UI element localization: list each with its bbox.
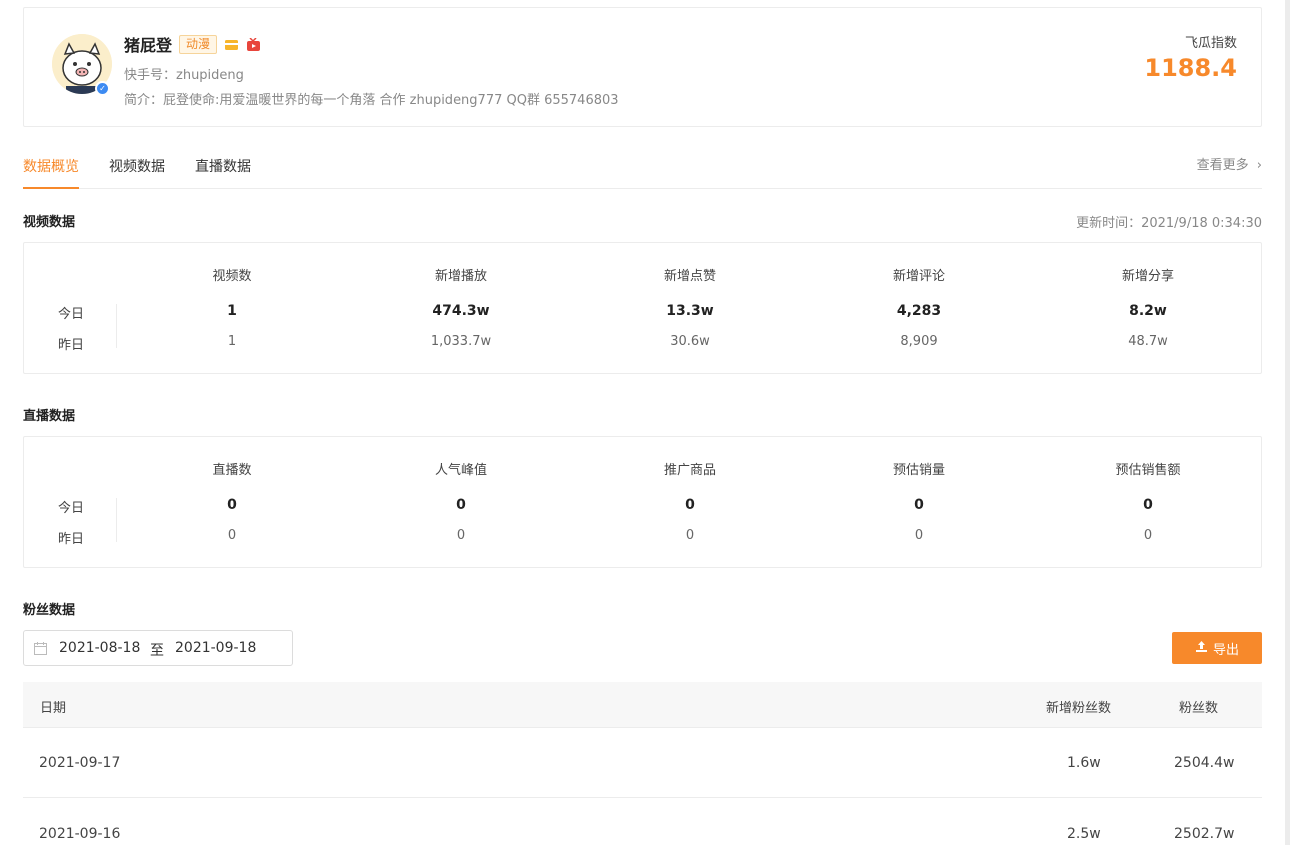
yesterday-value: 0 — [1143, 528, 1153, 543]
shop-icon — [224, 37, 239, 51]
col-header-date: 日期 — [40, 701, 67, 716]
fans-section-title: 粉丝数据 — [23, 603, 76, 618]
row-label-today: 今日 — [57, 307, 84, 322]
today-value: 13.3w — [666, 303, 714, 319]
row-label-yesterday: 昨日 — [57, 338, 84, 353]
live-col-header: 人气峰值 — [434, 463, 487, 478]
chevron-right-icon: › — [1256, 158, 1262, 173]
live-stats-card: 直播数 人气峰值 推广商品 预估销量 预估销售额 今日 昨日 0 0 0 0 0… — [23, 436, 1262, 568]
table-row: 2021-09-16 2.5w 2502.7w — [23, 799, 1262, 845]
divider — [116, 498, 117, 542]
row-fans: 2502.7w — [1174, 826, 1235, 842]
export-button[interactable]: 导出 — [1172, 632, 1262, 664]
feigua-index-value: 1188.4 — [1144, 54, 1237, 82]
today-value: 0 — [1143, 497, 1153, 513]
yesterday-value: 1,033.7w — [430, 334, 492, 349]
row-fans: 2504.4w — [1174, 755, 1235, 771]
live-section-title: 直播数据 — [23, 409, 76, 424]
today-value: 4,283 — [896, 303, 942, 319]
today-value: 8.2w — [1129, 303, 1167, 319]
today-value: 0 — [227, 497, 237, 513]
today-value: 0 — [685, 497, 695, 513]
row-date: 2021-09-17 — [39, 755, 121, 771]
tab-bar: 数据概览 视频数据 直播数据 查看更多 › — [23, 145, 1262, 189]
today-value: 0 — [456, 497, 466, 513]
video-col-header: 新增评论 — [892, 269, 945, 284]
video-col-header: 新增分享 — [1121, 269, 1174, 284]
live-tv-icon — [246, 37, 261, 51]
date-end-input[interactable]: 2021-09-18 — [175, 640, 256, 656]
yesterday-value: 48.7w — [1128, 334, 1168, 349]
live-col-header: 预估销售额 — [1115, 463, 1181, 478]
row-new-fans: 1.6w — [1067, 755, 1101, 771]
date-range-picker[interactable]: 2021-08-18 至 2021-09-18 — [23, 630, 293, 666]
view-more-link[interactable]: 查看更多 › — [1197, 154, 1262, 173]
profile-card: ✓ 猪屁登 动漫 快手号：zhupideng 简介：屁登使命:用爱温暖世界的每一… — [23, 7, 1262, 127]
video-col-header: 新增点赞 — [663, 269, 716, 284]
account-name[interactable]: 猪屁登 — [124, 32, 172, 56]
col-header-new-fans[interactable]: 新增粉丝数 — [1046, 697, 1111, 716]
live-col-header: 推广商品 — [663, 463, 716, 478]
upload-icon — [1195, 640, 1208, 657]
video-col-header: 新增播放 — [434, 269, 487, 284]
video-section-title: 视频数据 — [23, 215, 76, 230]
live-col-header: 直播数 — [212, 463, 252, 478]
yesterday-value: 0 — [685, 528, 695, 543]
update-time: 更新时间：2021/9/18 0:34:30 — [1076, 216, 1262, 231]
live-col-header: 预估销量 — [892, 463, 945, 478]
row-new-fans: 2.5w — [1067, 826, 1101, 842]
yesterday-value: 30.6w — [670, 334, 710, 349]
tab-video-data[interactable]: 视频数据 — [109, 156, 165, 189]
yesterday-value: 0 — [914, 528, 924, 543]
video-stats-card: 视频数 新增播放 新增点赞 新增评论 新增分享 今日 昨日 1 474.3w 1… — [23, 242, 1262, 374]
fans-table-header: 日期 新增粉丝数 粉丝数 — [23, 682, 1262, 728]
yesterday-value: 0 — [456, 528, 466, 543]
page-scrollbar[interactable] — [1285, 0, 1290, 845]
yesterday-value: 0 — [227, 528, 237, 543]
kuaishou-id: 快手号：zhupideng — [124, 68, 244, 83]
today-value: 0 — [914, 497, 924, 513]
verified-icon: ✓ — [95, 81, 110, 96]
calendar-icon — [34, 642, 47, 655]
view-more-label: 查看更多 — [1196, 158, 1249, 173]
tab-live-data[interactable]: 直播数据 — [195, 156, 251, 189]
tab-overview[interactable]: 数据概览 — [23, 156, 79, 189]
yesterday-value: 8,909 — [900, 334, 938, 349]
video-col-header: 视频数 — [212, 269, 252, 284]
row-date: 2021-09-16 — [39, 826, 121, 842]
today-value: 474.3w — [432, 303, 490, 319]
row-label-today: 今日 — [57, 501, 84, 516]
category-tag: 动漫 — [179, 34, 218, 54]
date-separator: 至 — [150, 643, 164, 659]
account-bio: 简介：屁登使命:用爱温暖世界的每一个角落 合作 zhupideng777 QQ群… — [124, 93, 619, 108]
date-start-input[interactable]: 2021-08-18 — [59, 640, 140, 656]
feigua-index-label: 飞瓜指数 — [1184, 36, 1237, 51]
yesterday-value: 1 — [227, 334, 237, 349]
col-header-fans[interactable]: 粉丝数 — [1179, 697, 1218, 716]
table-row: 2021-09-17 1.6w 2504.4w — [23, 728, 1262, 798]
divider — [116, 304, 117, 348]
row-label-yesterday: 昨日 — [57, 532, 84, 547]
export-label: 导出 — [1212, 642, 1239, 658]
today-value: 1 — [227, 303, 237, 319]
